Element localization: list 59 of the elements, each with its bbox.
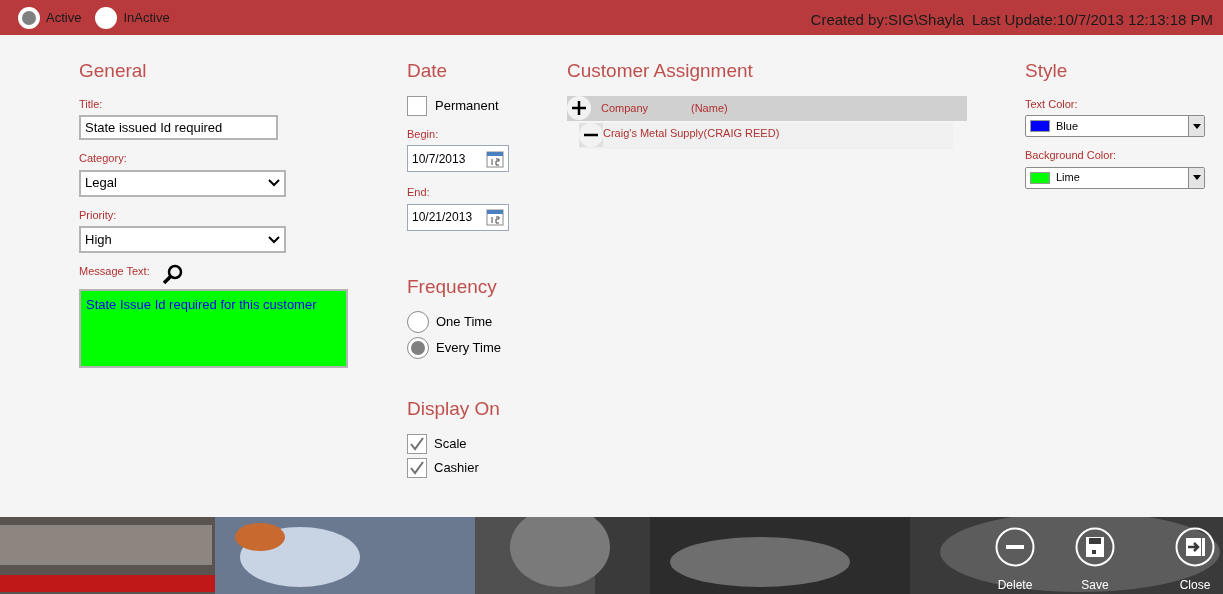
column-header: Company [601,100,650,116]
radio-label: One Time [436,313,493,332]
radio-button[interactable] [407,311,429,333]
dropdown-value: Lime [1056,170,1081,186]
field-label: Background Color: [1025,148,1118,163]
color-dropdown[interactable]: Blue [1025,115,1205,137]
dropdown-value: High [85,230,112,249]
remove-icon[interactable] [579,122,603,147]
date-value: 10/21/2013 [412,209,473,226]
search-icon[interactable] [161,263,184,285]
section-heading: General [79,59,148,83]
checkbox[interactable] [407,433,427,454]
dropdown-value: Legal [85,174,117,193]
section-heading: Style [1025,59,1069,83]
field-label: Category: [79,151,128,166]
delete-icon [995,527,1035,567]
radio-label: InActive [123,8,170,27]
last-update-text: Last Update:10/7/2013 12:13:18 PM [972,10,1213,31]
add-icon[interactable] [567,96,591,120]
save-icon [1075,527,1115,567]
created-by-text: Created by:SIG\Shayla [810,10,964,31]
checkbox-label: Permanent [435,96,499,115]
calendar-icon[interactable] [486,149,504,168]
customer-name: Craig's Metal Supply(CRAIG REED) [603,125,780,141]
message-text-area[interactable]: State Issue Id required for this customer [79,289,348,368]
close-icon [1175,527,1215,567]
date-field[interactable]: 10/7/2013 [407,145,509,172]
checkbox-label: Scale [434,434,467,453]
checkbox-label: Cashier [434,458,479,477]
section-heading: Date [407,59,449,83]
field-label: Title: [79,96,104,112]
radio-label: Active [46,8,82,27]
section-heading: Display On [407,397,501,421]
field-label: End: [407,185,431,200]
checkbox[interactable] [407,95,427,116]
text-field[interactable]: State issued Id required [79,115,278,140]
field-label: Begin: [407,126,440,142]
radio-button[interactable] [407,337,429,359]
field-label: Message Text: [79,264,150,279]
date-value: 10/7/2013 [412,150,466,168]
field-label: Priority: [79,207,118,223]
dropdown-value: Blue [1056,118,1080,134]
dropdown[interactable]: High [79,226,286,253]
section-heading: Frequency [407,274,498,299]
color-dropdown[interactable]: Lime [1025,166,1205,189]
chevron-down-icon [268,179,280,187]
dropdown[interactable]: Legal [79,169,286,197]
calendar-icon[interactable] [486,208,504,226]
column-header: (Name) [691,100,728,116]
checkbox[interactable] [407,457,427,478]
field-label: Text Color: [1025,96,1079,112]
app-bar-button[interactable]: Close [1175,527,1215,594]
app-bar-button[interactable]: Delete [995,527,1035,594]
chevron-down-icon [268,235,280,244]
section-heading: Customer Assignment [567,59,754,83]
app-bar-button[interactable]: Save [1075,527,1115,594]
radio-label: Every Time [436,339,501,358]
list-row[interactable]: Craig's Metal Supply(CRAIG REED) [579,122,953,149]
date-field[interactable]: 10/21/2013 [407,203,509,231]
